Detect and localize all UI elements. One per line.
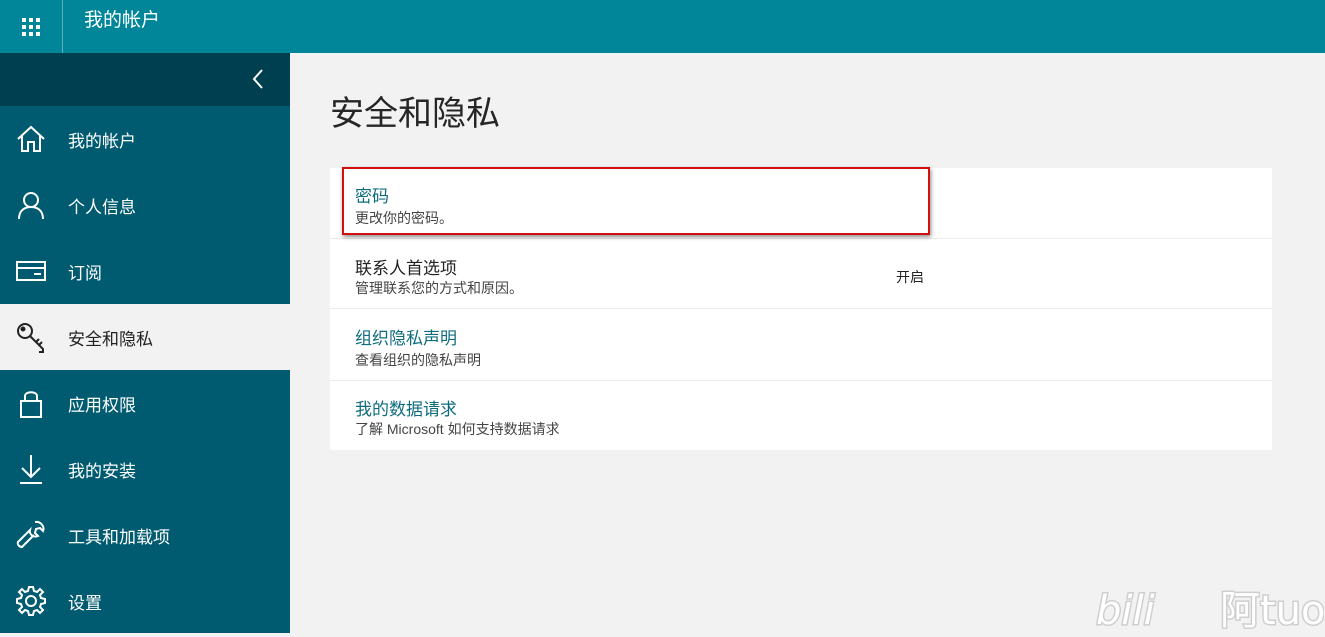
person-icon: [15, 189, 47, 221]
app-launcher-icon: [22, 17, 40, 36]
key-icon: [15, 321, 47, 353]
gear-icon: [15, 585, 47, 617]
list-item-subtitle: 查看组织的隐私声明: [355, 352, 481, 368]
sidebar-item-label: 我的帐户: [68, 131, 136, 151]
list-item-subtitle: 管理联系您的方式和原因。: [355, 280, 523, 296]
sidebar-item-label: 工具和加载项: [68, 527, 170, 547]
sidebar-item-label: 订阅: [68, 263, 102, 283]
list-item-title: 我的数据请求: [355, 400, 457, 419]
sidebar-item-my-installs[interactable]: 我的安装: [0, 436, 290, 502]
list-item-org-privacy-statement[interactable]: 组织隐私声明 查看组织的隐私声明: [330, 309, 1272, 381]
list-item-title: 联系人首选项: [355, 259, 457, 278]
app-launcher-button[interactable]: [0, 0, 63, 53]
sidebar-item-label: 设置: [68, 593, 102, 613]
annotation-highlight-box: [342, 167, 930, 235]
home-icon: [15, 123, 47, 155]
sidebar-item-settings[interactable]: 设置: [0, 568, 290, 634]
sidebar-item-my-account[interactable]: 我的帐户: [0, 106, 290, 172]
list-item-contact-preferences[interactable]: 联系人首选项 管理联系您的方式和原因。 开启: [330, 239, 1272, 309]
card-icon: [15, 255, 47, 287]
app-title: 我的帐户: [84, 10, 161, 31]
download-icon: [15, 453, 47, 485]
list-item-title: 组织隐私声明: [355, 329, 457, 348]
sidebar-item-tools-addins[interactable]: 工具和加载项: [0, 502, 290, 568]
lock-icon: [15, 387, 47, 419]
svg-text:bili: bili: [1096, 588, 1155, 632]
status-text: 开启: [896, 269, 924, 285]
sidebar-item-app-permissions[interactable]: 应用权限: [0, 370, 290, 436]
sidebar-item-label: 应用权限: [68, 395, 136, 415]
wrench-icon: [15, 519, 47, 551]
sidebar-item-label: 个人信息: [68, 197, 136, 217]
sidebar-item-security-privacy[interactable]: 安全和隐私: [0, 304, 290, 370]
main-content: 安全和隐私 密码 更改你的密码。 联系人首选项 管理联系您的方式和原因。 开启 …: [290, 53, 1325, 633]
page-title: 安全和隐私: [330, 95, 500, 133]
chevron-left-icon: [252, 69, 263, 89]
sidebar: 我的帐户 个人信息 订阅 安全和隐私 应用权限 我的安装 工具和加载项 设置: [0, 53, 290, 633]
sidebar-item-subscriptions[interactable]: 订阅: [0, 238, 290, 304]
top-bar: 我的帐户: [0, 0, 1325, 53]
list-item-data-requests[interactable]: 我的数据请求 了解 Microsoft 如何支持数据请求: [330, 381, 1272, 450]
sidebar-item-label: 我的安装: [68, 461, 136, 481]
watermark-logo: bili bili 阿tuo 阿tuo: [1092, 578, 1325, 636]
list-item-subtitle: 了解 Microsoft 如何支持数据请求: [355, 421, 560, 437]
svg-text:阿tuo: 阿tuo: [1220, 588, 1324, 632]
collapse-sidebar-button[interactable]: [0, 53, 290, 106]
sidebar-item-label: 安全和隐私: [68, 329, 153, 349]
sidebar-item-personal-info[interactable]: 个人信息: [0, 172, 290, 238]
